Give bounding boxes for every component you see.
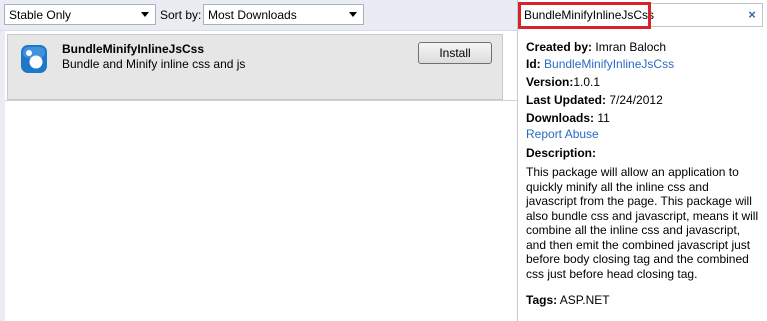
version-label: Version: [526,75,574,89]
nuget-package-icon [21,45,47,73]
package-list: BundleMinifyInlineJsCss Bundle and Minif… [0,31,517,321]
release-filter-value: Stable Only [9,7,72,22]
package-name: BundleMinifyInlineJsCss [62,42,205,56]
release-filter-dropdown[interactable]: Stable Only [4,4,156,25]
close-icon[interactable]: × [746,7,758,22]
sort-by-value: Most Downloads [208,7,297,22]
id-label: Id: [526,57,541,71]
downloads-row: Downloads: 11 [526,111,610,125]
report-abuse-link[interactable]: Report Abuse [526,127,599,141]
package-summary: Bundle and Minify inline css and js [62,57,246,71]
tags-row: Tags: ASP.NET [526,293,610,307]
package-list-item[interactable]: BundleMinifyInlineJsCss Bundle and Minif… [7,34,503,100]
description-label: Description: [526,146,596,160]
version-value: 1.0.1 [573,75,601,89]
downloads-value: 11 [597,111,610,125]
description-text: This package will allow an application t… [526,165,759,281]
last-updated-row: Last Updated: 7/24/2012 [526,93,663,107]
created-by-label: Created by: [526,40,593,54]
version-row: Version:1.0.1 [526,75,600,89]
sort-by-dropdown[interactable]: Most Downloads [203,4,364,25]
panel-splitter[interactable] [517,0,518,321]
id-row: Id: BundleMinifyInlineJsCss [526,57,674,71]
sort-by-label: Sort by: [160,8,202,22]
tags-label: Tags: [526,293,558,307]
tags-value: ASP.NET [559,293,610,307]
list-divider [5,100,517,101]
list-toolbar: Stable Only Sort by: Most Downloads [0,0,517,31]
last-updated-value: 7/24/2012 [609,93,663,107]
search-input-value: BundleMinifyInlineJsCss [524,8,655,22]
description-label-text: Description: [526,146,597,160]
last-updated-label: Last Updated: [526,93,607,107]
id-link[interactable]: BundleMinifyInlineJsCss [544,57,674,71]
downloads-label: Downloads: [526,111,594,125]
created-by-row: Created by: Imran Baloch [526,40,666,54]
chevron-down-icon [347,8,359,21]
created-by-value: Imran Baloch [595,40,667,54]
chevron-down-icon [139,8,151,21]
install-button[interactable]: Install [418,42,492,64]
